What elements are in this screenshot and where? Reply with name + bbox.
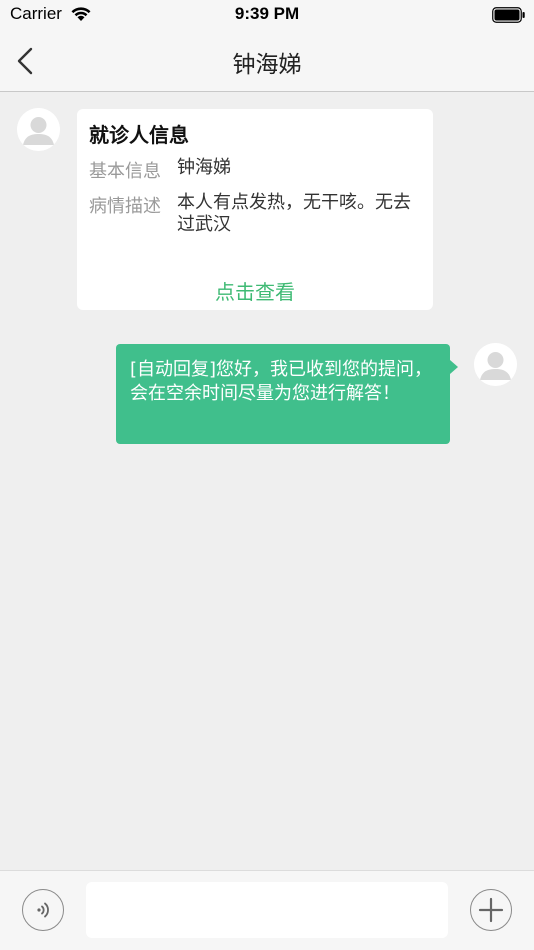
bubble-tail — [450, 360, 458, 374]
input-bar — [0, 870, 534, 950]
chat-area[interactable]: 就诊人信息 基本信息 钟海娣 病情描述 本人有点发热，无干咳。无去过武汉 点击查… — [0, 92, 534, 870]
plus-button[interactable] — [470, 889, 512, 931]
voice-icon — [37, 902, 49, 918]
voice-button[interactable] — [22, 889, 64, 931]
card-row-condition: 病情描述 本人有点发热，无干咳。无去过武汉 — [89, 192, 427, 236]
navigation-bar: 钟海娣 — [0, 30, 534, 92]
message-input[interactable] — [86, 882, 448, 938]
card-row-basic-info: 基本信息 钟海娣 — [89, 157, 427, 183]
page-title: 钟海娣 — [232, 52, 302, 78]
card-row-label: 基本信息 — [89, 161, 161, 182]
card-row-value: 钟海娣 — [177, 157, 231, 178]
card-title: 就诊人信息 — [89, 123, 189, 147]
user-avatar-icon — [474, 343, 517, 386]
status-bar: Carrier 9:39 PM — [0, 0, 534, 30]
doctor-avatar[interactable] — [17, 108, 60, 151]
card-row-label: 病情描述 — [89, 196, 161, 217]
self-avatar[interactable] — [474, 343, 517, 386]
user-avatar-icon — [17, 108, 60, 151]
plus-icon — [478, 897, 504, 923]
patient-info-card[interactable]: 就诊人信息 基本信息 钟海娣 病情描述 本人有点发热，无干咳。无去过武汉 点击查… — [77, 109, 433, 310]
message-bubble-self[interactable]: [自动回复]您好，我已收到您的提问，会在空余时间尽量为您进行解答！ — [116, 344, 450, 444]
battery-icon — [492, 7, 525, 23]
view-details-link[interactable]: 点击查看 — [77, 276, 433, 305]
status-time: 9:39 PM — [234, 4, 300, 23]
card-row-value: 本人有点发热，无干咳。无去过武汉 — [177, 192, 411, 235]
